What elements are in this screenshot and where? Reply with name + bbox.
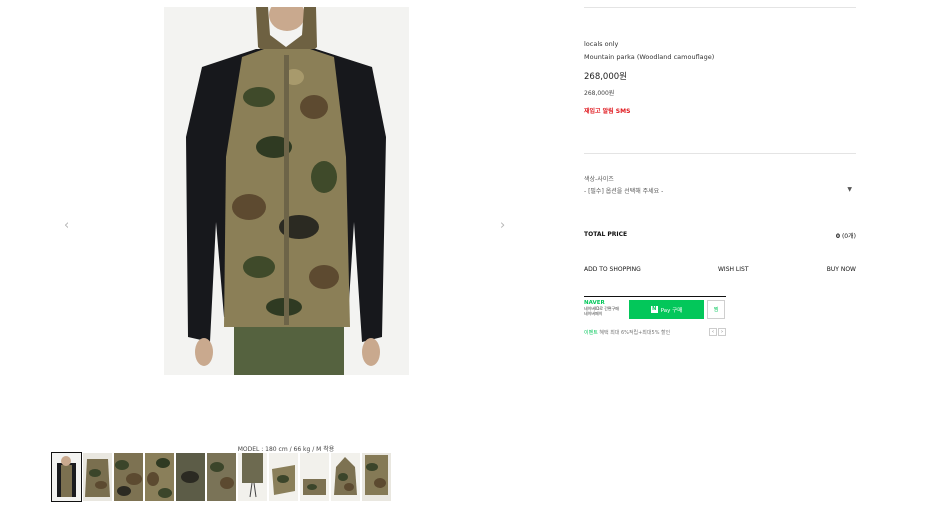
restock-sms-link[interactable]: 재입고 알림 SMS	[584, 106, 630, 115]
promo-text: 혜택 최대 6%적립+최대5% 할인	[599, 330, 671, 336]
add-to-shopping-button[interactable]: ADD TO SHOPPING	[584, 266, 641, 273]
divider	[584, 7, 856, 8]
buy-now-button[interactable]: BUY NOW	[827, 266, 856, 273]
total-price-label: TOTAL PRICE	[584, 231, 628, 238]
promo-event-label: 이벤트	[584, 330, 598, 336]
naver-n-icon: N	[650, 306, 658, 313]
total-amount: 0	[835, 233, 841, 240]
thumbnail[interactable]	[269, 453, 298, 501]
thumbnail[interactable]	[362, 453, 391, 501]
thumbnail[interactable]	[51, 452, 82, 502]
promo-nav: ‹ ›	[708, 328, 726, 336]
naver-pay-info: NAVER 네이버ID로 간편구매 네이버페이	[584, 300, 628, 316]
thumbnail[interactable]	[176, 453, 205, 501]
thumbnail[interactable]	[207, 453, 236, 501]
wish-list-button[interactable]: WISH LIST	[718, 266, 749, 273]
option-select[interactable]: - [필수] 옵션을 선택해 주세요 - ▼	[584, 186, 856, 198]
total-count: (0개)	[841, 233, 856, 240]
main-product-image	[164, 7, 409, 375]
thumbnail[interactable]	[114, 453, 143, 501]
thumbnail[interactable]	[331, 453, 360, 501]
promo-next-button[interactable]: ›	[718, 328, 726, 336]
naver-pay-widget: NAVER 네이버ID로 간편구매 네이버페이 N Pay 구매 찜	[584, 296, 726, 323]
gallery-next-arrow[interactable]: ›	[500, 219, 505, 232]
naver-pay-button[interactable]: N Pay 구매	[629, 300, 704, 319]
naver-pay-promo: 이벤트 혜택 최대 6%적립+최대5% 할인 ‹ ›	[584, 328, 726, 336]
promo-prev-button[interactable]: ‹	[709, 328, 717, 336]
model-size-note: MODEL : 180 cm / 66 kg / M 착용	[237, 446, 335, 453]
thumbnail[interactable]	[300, 453, 329, 501]
thumbnail[interactable]	[145, 453, 174, 501]
product-price: 268,000원	[584, 72, 627, 82]
option-label: 색상-사이즈	[584, 176, 614, 183]
thumbnail-strip	[51, 452, 391, 502]
divider	[584, 153, 856, 154]
gallery-prev-arrow[interactable]: ‹	[64, 219, 69, 232]
naver-pay-line2: 네이버페이	[584, 311, 603, 316]
chevron-down-icon: ▼	[847, 186, 852, 193]
product-name: Mountain parka (Woodland camouflage)	[584, 53, 715, 61]
product-price-secondary: 268,000원	[584, 90, 615, 97]
total-price-value: 0 (0개)	[836, 231, 856, 240]
brand-name: locals only	[584, 40, 619, 48]
option-select-value: - [필수] 옵션을 선택해 주세요 -	[584, 188, 664, 195]
thumbnail[interactable]	[83, 453, 112, 501]
thumbnail[interactable]	[238, 453, 267, 501]
naver-wish-button[interactable]: 찜	[707, 300, 725, 319]
naver-pay-button-label: Pay 구매	[660, 307, 683, 314]
